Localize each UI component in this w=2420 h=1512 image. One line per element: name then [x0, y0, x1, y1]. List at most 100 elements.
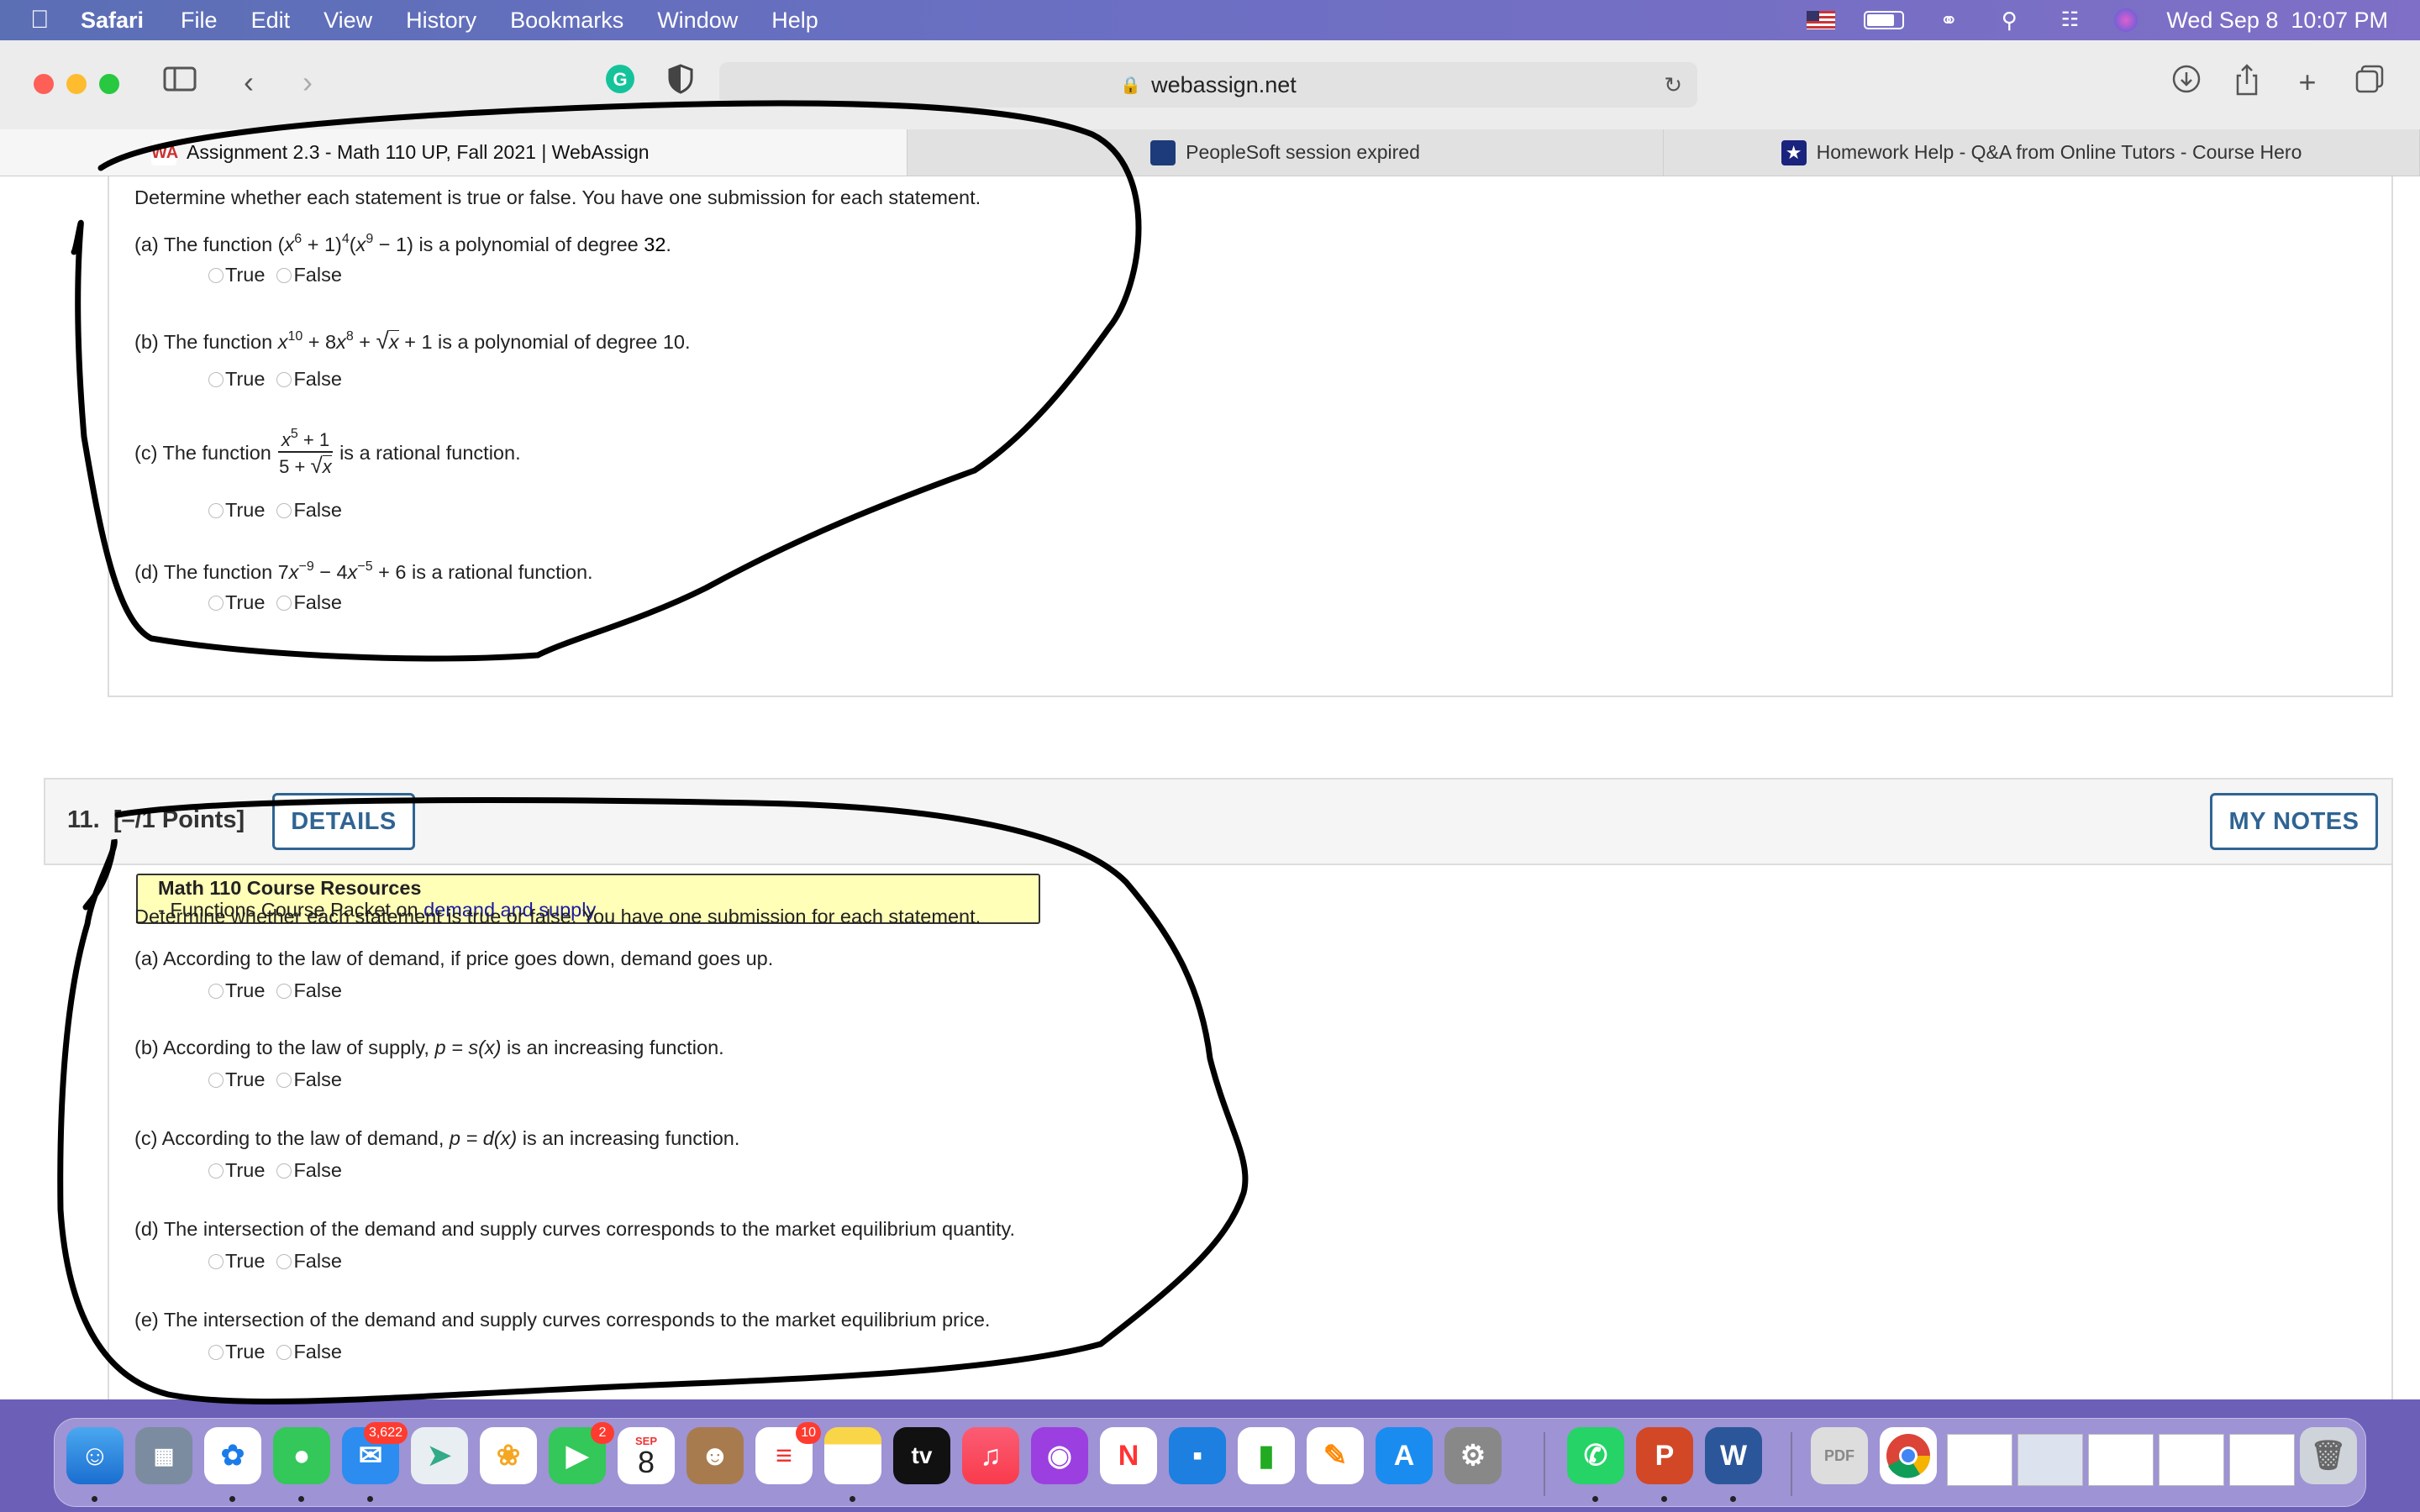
dock: ☺ ▦ ✿ ● ✉ 3,622 ➤ ❀ ▶ 2 SEP 8 ☻ ≡ 10 tv ♫ ◉ … [54, 1418, 2366, 1507]
keynote-icon[interactable]: ▪ [1169, 1427, 1226, 1484]
details-button[interactable]: DETAILS [272, 793, 415, 850]
q11-statement-b: (b) According to the law of supply, p = … [134, 1037, 724, 1058]
spotlight-search-icon[interactable]: ⚲ [1993, 9, 2025, 31]
zoom-window-button[interactable] [99, 74, 119, 94]
minimize-window-button[interactable] [66, 74, 87, 94]
new-tab-icon[interactable]: + [2289, 64, 2326, 101]
q10d-false-radio[interactable]: False [276, 591, 342, 614]
mail-icon[interactable]: ✉ 3,622 [342, 1422, 408, 1484]
resources-title: Math 110 Course Resources [158, 877, 422, 899]
q11b-options: True False [208, 1068, 349, 1091]
q11c-false-radio[interactable]: False [276, 1159, 342, 1182]
control-center-icon[interactable]: ☷ [2054, 9, 2086, 31]
numbers-icon[interactable]: ▮ [1238, 1427, 1295, 1484]
tab-overview-icon[interactable] [2351, 64, 2388, 101]
document-thumbnail[interactable] [1947, 1434, 2012, 1486]
maps-icon[interactable]: ➤ [411, 1427, 468, 1484]
calendar-icon[interactable]: SEP 8 [618, 1427, 675, 1484]
q11a-true-radio[interactable]: True [208, 979, 265, 1002]
q11e-true-radio[interactable]: True [208, 1341, 265, 1363]
dock-separator [1791, 1432, 1792, 1496]
my-notes-button[interactable]: MY NOTES [2210, 793, 2378, 850]
system-preferences-icon[interactable]: ⚙ [1444, 1427, 1502, 1484]
safari-icon[interactable]: ✿ [204, 1427, 261, 1484]
q11a-false-radio[interactable]: False [276, 979, 342, 1002]
sidebar-toggle-icon[interactable] [161, 64, 198, 101]
app-store-icon[interactable]: A [1376, 1427, 1433, 1484]
forward-icon[interactable]: › [289, 64, 326, 101]
menu-view[interactable]: View [324, 8, 372, 34]
document-thumbnail[interactable] [2159, 1434, 2224, 1486]
q10b-options: True False [208, 368, 349, 391]
menu-window[interactable]: Window [657, 8, 738, 34]
q10a-true-radio[interactable]: True [208, 264, 265, 286]
reminders-badge: 10 [796, 1422, 821, 1444]
privacy-shield-icon[interactable] [662, 64, 699, 101]
document-thumbnail[interactable] [2088, 1434, 2154, 1486]
q10a-false-radio[interactable]: False [276, 264, 342, 286]
music-icon[interactable]: ♫ [962, 1427, 1019, 1484]
q11-statement-e: (e) The intersection of the demand and s… [134, 1309, 991, 1331]
photos-icon[interactable]: ❀ [480, 1427, 537, 1484]
tab-webassign[interactable]: WA Assignment 2.3 - Math 110 UP, Fall 20… [0, 129, 908, 176]
q10c-false-radio[interactable]: False [276, 499, 342, 522]
q11b-false-radio[interactable]: False [276, 1068, 342, 1091]
q11c-true-radio[interactable]: True [208, 1159, 265, 1182]
siri-icon[interactable] [2114, 8, 2139, 32]
grammarly-extension-icon[interactable]: G [602, 64, 639, 101]
contacts-icon[interactable]: ☻ [687, 1427, 744, 1484]
tab-title: Assignment 2.3 - Math 110 UP, Fall 2021 … [187, 141, 650, 163]
menu-clock[interactable]: Wed Sep 8 10:07 PM [2166, 8, 2388, 34]
q11d-false-radio[interactable]: False [276, 1250, 342, 1273]
apple-icon[interactable]:  [30, 6, 81, 34]
reminders-icon[interactable]: ≡ 10 [755, 1422, 821, 1484]
notes-icon[interactable] [824, 1427, 881, 1484]
q11d-true-radio[interactable]: True [208, 1250, 265, 1273]
chrome-icon[interactable] [1880, 1427, 1937, 1484]
apple-tv-icon[interactable]: tv [893, 1427, 950, 1484]
tab-coursehero[interactable]: ★ Homework Help - Q&A from Online Tutors… [1664, 129, 2420, 176]
menu-history[interactable]: History [406, 8, 476, 34]
share-icon[interactable] [2228, 64, 2265, 101]
window-thumbnail[interactable] [2018, 1434, 2083, 1486]
close-window-button[interactable] [34, 74, 54, 94]
podcasts-icon[interactable]: ◉ [1031, 1427, 1088, 1484]
address-bar[interactable]: 🔒 webassign.net ↻ [719, 62, 1697, 108]
messages-icon[interactable]: ● [273, 1427, 330, 1484]
reload-icon[interactable]: ↻ [1664, 72, 1682, 98]
input-source-flag-icon[interactable] [1807, 11, 1836, 29]
trash-icon[interactable]: 🗑 [2300, 1427, 2357, 1484]
address-bar-url: webassign.net [1151, 71, 1297, 97]
word-icon[interactable]: W [1705, 1427, 1762, 1484]
q11e-false-radio[interactable]: False [276, 1341, 342, 1363]
q11b-true-radio[interactable]: True [208, 1068, 265, 1091]
tab-peoplesoft[interactable]: PeopleSoft session expired [908, 129, 1664, 176]
menu-app-name[interactable]: Safari [81, 8, 144, 34]
menu-edit[interactable]: Edit [251, 8, 291, 34]
running-indicator [1592, 1496, 1598, 1502]
pdf-document-icon[interactable]: PDF [1811, 1427, 1868, 1484]
q10b-false-radio[interactable]: False [276, 368, 342, 391]
q10d-true-radio[interactable]: True [208, 591, 265, 614]
news-icon[interactable]: N [1100, 1427, 1157, 1484]
battery-icon[interactable] [1864, 11, 1905, 29]
downloads-icon[interactable] [2168, 64, 2205, 101]
q10c-true-radio[interactable]: True [208, 499, 265, 522]
back-icon[interactable]: ‹ [230, 64, 267, 101]
finder-icon[interactable]: ☺ [66, 1427, 124, 1484]
document-thumbnail[interactable] [2229, 1434, 2295, 1486]
link-icon[interactable]: ⚭ [1933, 9, 1965, 31]
q10b-true-radio[interactable]: True [208, 368, 265, 391]
pages-icon[interactable]: ✎ [1307, 1427, 1364, 1484]
powerpoint-icon[interactable]: P [1636, 1427, 1693, 1484]
menu-help[interactable]: Help [771, 8, 818, 34]
facetime-badge: 2 [591, 1422, 614, 1444]
menu-bookmarks[interactable]: Bookmarks [510, 8, 623, 34]
q11d-options: True False [208, 1250, 349, 1273]
q11-statement-a: (a) According to the law of demand, if p… [134, 948, 774, 969]
menu-file[interactable]: File [181, 8, 218, 34]
launchpad-icon[interactable]: ▦ [135, 1427, 192, 1484]
whatsapp-icon[interactable]: ✆ [1567, 1427, 1624, 1484]
q11a-options: True False [208, 979, 349, 1002]
facetime-icon[interactable]: ▶ 2 [549, 1422, 614, 1484]
